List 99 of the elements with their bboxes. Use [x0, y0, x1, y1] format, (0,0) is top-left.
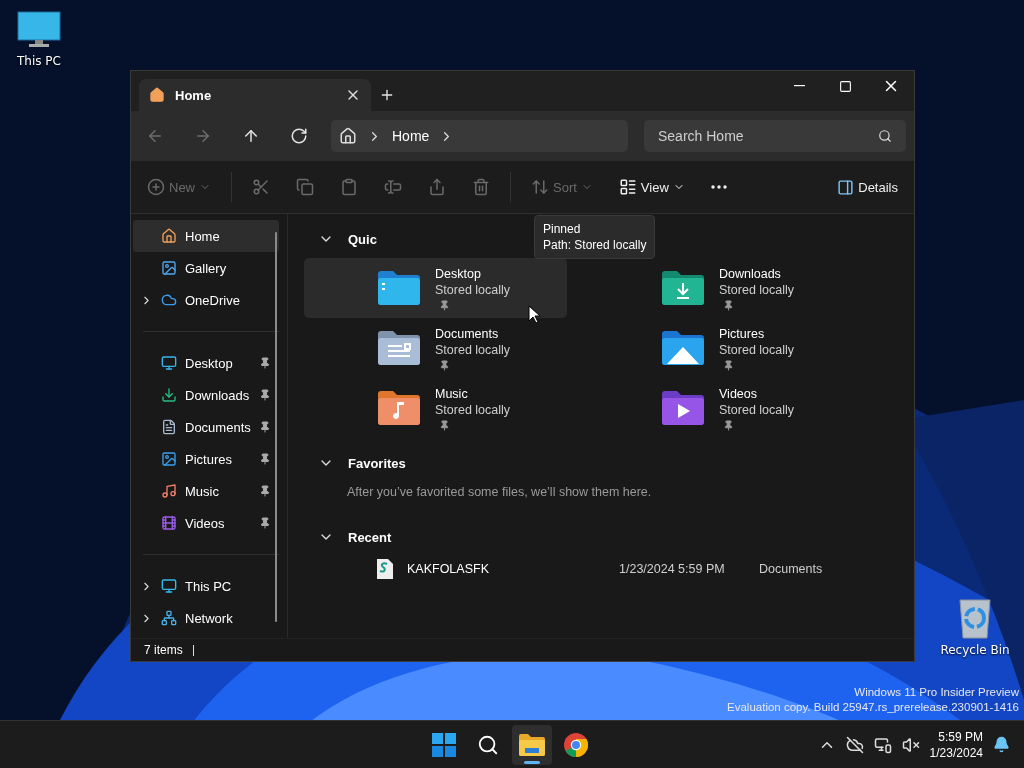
- sidebar-item[interactable]: Desktop: [133, 347, 279, 379]
- home-icon: [161, 228, 177, 244]
- document-folder-icon: [377, 331, 421, 365]
- delete-icon: [472, 178, 490, 196]
- folder-name: Pictures: [719, 325, 766, 342]
- video-folder-icon: [661, 391, 705, 425]
- music-folder-icon: [377, 391, 421, 425]
- folder-name: Music: [435, 385, 469, 402]
- forward-arrow-icon: [194, 127, 212, 145]
- watermark-text: Evaluation copy. Build 25947.rs_prerelease.230901-1416: [727, 700, 1019, 715]
- sidebar-item[interactable]: This PC: [133, 570, 279, 602]
- folder-icon: [519, 734, 545, 756]
- folder-card[interactable]: Desktop Stored locally: [304, 258, 567, 318]
- monitor-icon: [161, 355, 177, 371]
- sidebar-item[interactable]: Gallery: [133, 252, 279, 284]
- item-count: 7 items: [144, 643, 183, 657]
- picture-folder-icon: [661, 331, 705, 365]
- share-icon: [428, 178, 446, 196]
- folder-status: Stored locally: [719, 281, 795, 298]
- file-icon: [377, 559, 393, 579]
- address-bar[interactable]: Home: [331, 120, 628, 152]
- folder-card[interactable]: Documents Stored locally: [304, 318, 567, 378]
- muted-speaker-icon[interactable]: [901, 735, 920, 754]
- search-icon: [477, 734, 499, 756]
- recycle-bin-icon: [957, 597, 993, 639]
- picture-icon: [161, 451, 177, 467]
- cloud-off-icon[interactable]: [845, 735, 864, 754]
- minimize-icon: [793, 85, 805, 87]
- document-icon: [161, 419, 177, 435]
- home-icon: [339, 127, 357, 145]
- taskbar-app-button[interactable]: [512, 725, 552, 765]
- plus-icon: [379, 87, 395, 103]
- sidebar-item[interactable]: OneDrive: [133, 284, 279, 316]
- notification-bell-icon[interactable]: [993, 736, 1010, 753]
- mouse-cursor-icon: [528, 305, 540, 324]
- details-button[interactable]: Details: [831, 171, 904, 203]
- sidebar-item[interactable]: Downloads: [133, 379, 279, 411]
- folder-card[interactable]: Music Stored locally: [304, 378, 567, 438]
- tab[interactable]: Home: [139, 79, 371, 111]
- copy-icon: [296, 178, 314, 196]
- sort-icon: [531, 178, 549, 196]
- sidebar-item[interactable]: Pictures: [133, 443, 279, 475]
- folder-name: Desktop: [435, 265, 482, 282]
- file-name[interactable]: KAKFOLASFK: [407, 562, 619, 576]
- sidebar-item[interactable]: Videos: [133, 507, 279, 539]
- tooltip-text: Pinned: [543, 221, 582, 237]
- file-location: Documents: [759, 562, 823, 576]
- windows-start-icon: [432, 733, 456, 757]
- network-icon: [161, 610, 177, 626]
- folder-name: Videos: [719, 385, 758, 402]
- details-pane-icon: [837, 178, 855, 196]
- breadcrumb[interactable]: Home: [392, 128, 430, 144]
- monitor-icon: [17, 10, 61, 50]
- desktop-icon-label[interactable]: This PC: [17, 54, 61, 68]
- folder-status: Stored locally: [435, 401, 511, 418]
- folder-name: Downloads: [719, 265, 782, 282]
- section-title: Quic: [348, 231, 377, 247]
- gallery-icon: [161, 260, 177, 276]
- chrome-icon: [564, 733, 588, 757]
- rename-icon: [384, 178, 402, 196]
- more-icon: [710, 185, 727, 189]
- watermark-text: Windows 11 Pro Insider Preview: [854, 685, 1019, 700]
- desktop-icon-label[interactable]: Recycle Bin: [940, 643, 1010, 657]
- refresh-icon: [290, 127, 308, 145]
- paste-icon: [340, 178, 358, 196]
- folder-name: Documents: [435, 325, 500, 342]
- folder-status: Stored locally: [719, 341, 795, 358]
- folder-status: Stored locally: [435, 341, 511, 358]
- music-icon: [161, 483, 177, 499]
- view-icon: [618, 178, 637, 196]
- sidebar-item[interactable]: Network: [133, 602, 279, 634]
- sidebar-item[interactable]: Home: [133, 220, 279, 252]
- cut-icon: [252, 178, 270, 196]
- tooltip-text: Path: Stored locally: [543, 237, 647, 253]
- section-title: Recent: [348, 529, 392, 545]
- download-folder-icon: [661, 271, 705, 305]
- cloud-icon: [161, 292, 177, 308]
- maximize-icon: [838, 79, 852, 93]
- section-title: Favorites: [348, 455, 406, 471]
- home-icon: [149, 87, 165, 103]
- search-field[interactable]: Search Home: [644, 120, 906, 152]
- clock[interactable]: 5:59 PM 1/23/2024: [929, 728, 983, 761]
- folder-status: Stored locally: [719, 401, 795, 418]
- sidebar-item[interactable]: Music: [133, 475, 279, 507]
- new-icon: [147, 178, 165, 196]
- folder-card[interactable]: Pictures Stored locally: [588, 318, 851, 378]
- search-icon: [878, 129, 892, 143]
- folder-card[interactable]: Downloads Stored locally: [588, 258, 851, 318]
- monitor-icon: [161, 578, 177, 594]
- view-button[interactable]: View: [612, 171, 691, 203]
- empty-message: After you’ve favorited some files, we’ll show them here.: [346, 485, 653, 499]
- folder-icon: [377, 271, 421, 305]
- folder-status: Stored locally: [435, 281, 511, 298]
- film-icon: [161, 515, 177, 531]
- file-date: 1/23/2024 5:59 PM: [619, 562, 726, 576]
- download-icon: [161, 387, 177, 403]
- folder-card[interactable]: Videos Stored locally: [588, 378, 851, 438]
- network-icon[interactable]: [873, 735, 892, 754]
- sidebar-item[interactable]: Documents: [133, 411, 279, 443]
